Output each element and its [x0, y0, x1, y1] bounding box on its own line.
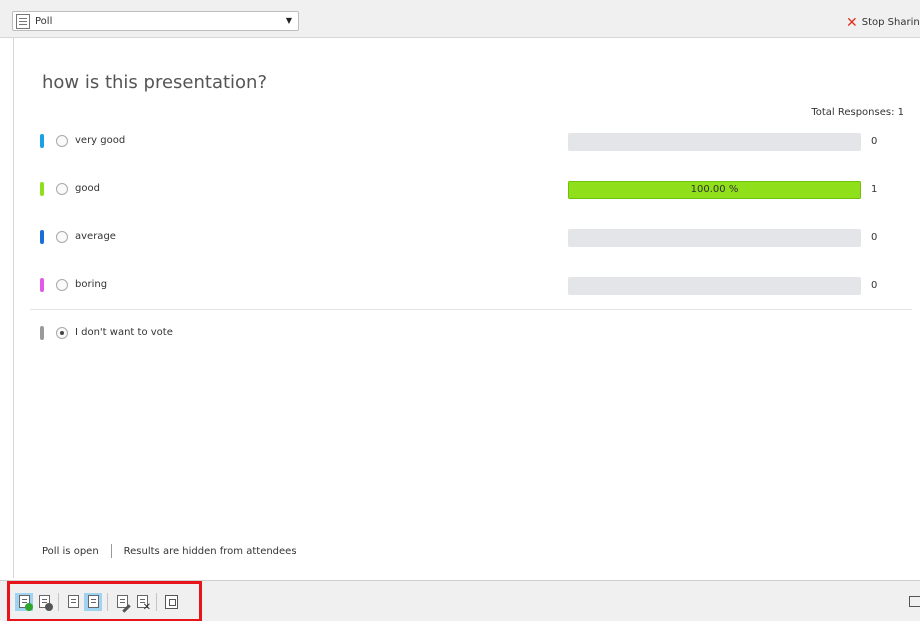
- edit-poll-icon[interactable]: [113, 593, 131, 613]
- answer-label: average: [75, 231, 116, 242]
- stop-sharing-label: Stop Sharing: [861, 17, 920, 28]
- results-visibility-text: Results are hidden from attendees: [123, 545, 297, 557]
- poll-panel: how is this presentation? Total Response…: [13, 38, 920, 578]
- pod-options-icon[interactable]: [909, 596, 920, 607]
- answer-label: very good: [75, 135, 126, 146]
- hide-results-icon[interactable]: [64, 593, 82, 611]
- pod-selector-dropdown[interactable]: Poll ▼: [12, 11, 299, 31]
- result-bar-track: [568, 277, 861, 295]
- answers-divider: [30, 309, 912, 310]
- poll-toolbar: ✕: [0, 580, 920, 621]
- answer-row-very-good[interactable]: very good 0: [40, 133, 920, 151]
- answer-row-average[interactable]: average 0: [40, 229, 920, 247]
- poll-icon: [16, 13, 30, 29]
- answer-color-marker: [40, 326, 44, 340]
- answer-row-abstain[interactable]: I don't want to vote: [40, 325, 920, 343]
- answer-label: boring: [75, 279, 108, 290]
- status-separator: [110, 544, 112, 558]
- answer-color-marker: [40, 182, 44, 196]
- stop-sharing-button[interactable]: ✕ Stop Sharing: [846, 14, 920, 31]
- pod-selector-label: Poll: [35, 15, 53, 27]
- result-bar-track: 100.00 %: [568, 181, 861, 199]
- chevron-down-icon[interactable]: ▼: [286, 16, 292, 25]
- answer-radio-selected[interactable]: [56, 327, 68, 339]
- answer-radio[interactable]: [56, 231, 68, 243]
- toolbar-separator: [156, 592, 157, 611]
- answer-color-marker: [40, 134, 44, 148]
- result-count: 0: [871, 280, 878, 291]
- poll-controls-highlight: ✕: [7, 581, 202, 621]
- result-count: 0: [871, 232, 878, 243]
- answer-color-marker: [40, 278, 44, 292]
- close-poll-icon[interactable]: [35, 593, 53, 611]
- open-poll-icon[interactable]: [15, 592, 33, 611]
- poll-state-text: Poll is open: [42, 545, 99, 557]
- clear-answers-icon[interactable]: ✕: [133, 593, 151, 612]
- answer-radio[interactable]: [56, 183, 68, 195]
- result-bar-track: [568, 133, 861, 151]
- answer-row-good[interactable]: good 100.00 % 1: [40, 181, 920, 199]
- result-count: 0: [871, 136, 878, 147]
- answer-radio[interactable]: [56, 135, 68, 147]
- poll-question: how is this presentation?: [42, 72, 268, 93]
- result-bar-track: [568, 229, 861, 247]
- answer-color-marker: [40, 230, 44, 244]
- poll-status-bar: Poll is open Results are hidden from att…: [42, 544, 297, 558]
- show-results-icon[interactable]: [84, 592, 102, 611]
- answer-row-boring[interactable]: boring 0: [40, 277, 920, 295]
- result-count: 1: [871, 184, 878, 195]
- pod-header: Poll ▼ ✕ Stop Sharing: [0, 0, 920, 38]
- toolbar-separator: [107, 592, 108, 611]
- answer-radio[interactable]: [56, 279, 68, 291]
- result-percent: 100.00 %: [690, 184, 739, 195]
- answer-label: good: [75, 183, 100, 194]
- total-responses: Total Responses: 1: [811, 107, 904, 118]
- close-x-icon: ✕: [846, 14, 858, 31]
- broadcast-results-icon[interactable]: [162, 593, 180, 611]
- answer-label: I don't want to vote: [75, 327, 173, 338]
- toolbar-separator: [58, 592, 59, 611]
